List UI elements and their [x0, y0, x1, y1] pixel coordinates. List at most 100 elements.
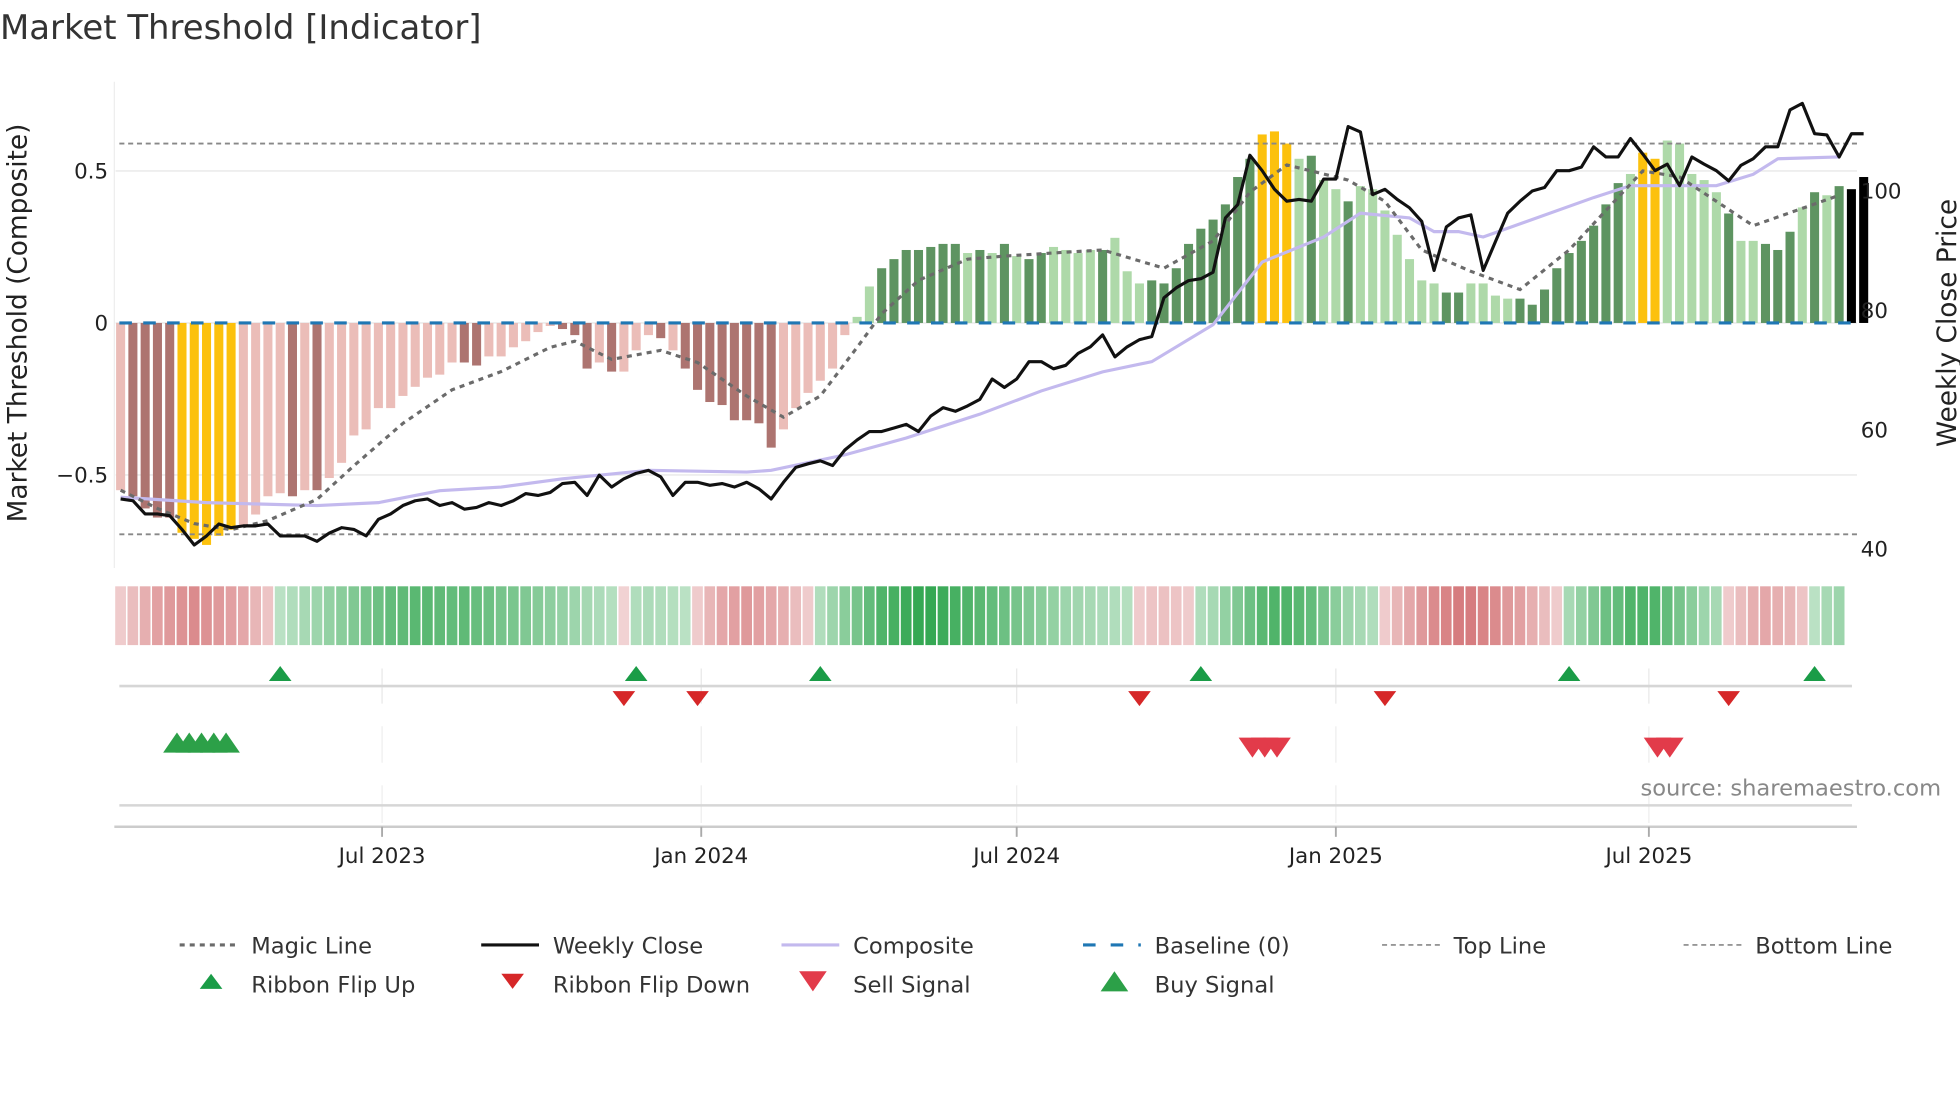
composite-bar — [1773, 249, 1783, 323]
y-tick-label-right: 100 — [1861, 180, 1902, 205]
ribbon-cell — [1353, 584, 1368, 647]
ribbon-cell — [666, 584, 680, 647]
composite-bar — [1319, 180, 1329, 323]
composite-bar — [1699, 180, 1709, 323]
composite-bar — [361, 322, 371, 430]
composite-bar — [742, 322, 752, 421]
ribbon-flip-up-marker — [624, 665, 648, 682]
legend-ribbon-flip-down-icon — [501, 973, 524, 989]
y-axis-label-right: Weekly Close Price — [1933, 199, 1960, 447]
ribbon-cell — [261, 584, 275, 647]
composite-bar — [398, 322, 408, 396]
y-tick-label-left: 0.5 — [74, 159, 108, 184]
composite-bar — [422, 322, 433, 378]
ribbon-cell — [1562, 584, 1576, 647]
composite-bar — [1061, 249, 1071, 323]
composite-bar — [1760, 243, 1771, 323]
ribbon-flip-up-marker — [268, 665, 292, 682]
ribbon-cell — [702, 584, 717, 647]
composite-bar — [140, 322, 150, 509]
composite-bar — [1810, 192, 1820, 323]
x-tick-label: Jul 2025 — [1603, 844, 1692, 869]
composite-bar — [1294, 158, 1304, 323]
ribbon-cell — [1316, 584, 1331, 647]
composite-bar — [828, 322, 838, 369]
ribbon-cell — [1648, 584, 1662, 647]
composite-bar — [1711, 192, 1721, 323]
ribbon-cell — [1500, 584, 1515, 647]
composite-bar — [324, 322, 334, 479]
ribbon-cell — [911, 584, 926, 647]
composite-bar — [1331, 189, 1341, 323]
y-tick-label-right: 40 — [1861, 538, 1888, 563]
ribbon-cell — [567, 584, 582, 647]
composite-bar — [815, 322, 825, 381]
ribbon-cell — [1034, 584, 1049, 647]
composite-bar — [1417, 280, 1427, 323]
legend-bottom-line-label: Bottom Line — [1755, 934, 1892, 960]
ribbon-flip-down-marker — [1717, 691, 1740, 707]
composite-bar — [1675, 143, 1685, 323]
legend-baseline-0-label: Baseline (0) — [1155, 934, 1290, 960]
ribbon-cell — [985, 584, 1000, 647]
ribbon-cell — [211, 584, 226, 647]
composite-bar — [128, 322, 138, 497]
ribbon-cell — [1132, 584, 1147, 647]
ribbon-cell — [334, 584, 349, 647]
ribbon-cell — [1157, 584, 1171, 647]
ribbon-cell — [1734, 584, 1748, 647]
ribbon-cell — [1463, 584, 1478, 647]
composite-bar — [1269, 131, 1280, 323]
ribbon-flip-down-marker — [686, 691, 709, 707]
ribbon-cell — [555, 584, 570, 647]
composite-bar — [1552, 268, 1562, 323]
ribbon-cell — [960, 584, 975, 647]
ribbon-cell — [1328, 584, 1343, 647]
ribbon-cell — [1819, 584, 1834, 647]
ribbon-cell — [175, 584, 189, 647]
composite-bar — [373, 322, 383, 409]
composite-bar — [766, 322, 776, 448]
ribbon-cell — [1218, 584, 1233, 647]
signal-panel: Jul 2023 Jan 2024 Jul 2024 Jan 2025 Jul 2025… — [114, 665, 1941, 869]
ribbon-cell — [850, 584, 864, 647]
composite-bar — [1134, 283, 1144, 323]
ribbon-cell — [1107, 584, 1122, 647]
composite-bar — [349, 322, 359, 436]
ribbon-flip-down-marker — [1128, 691, 1151, 707]
composite-bar — [459, 322, 469, 363]
legend-sell-signal-label: Sell Signal — [853, 973, 970, 999]
ribbon-cell — [543, 584, 558, 647]
ribbon-flip-up-marker — [1557, 665, 1581, 682]
ribbon-cell — [469, 584, 484, 647]
ribbon-cell — [1623, 584, 1638, 647]
ribbon-cell — [825, 584, 840, 647]
composite-bar — [877, 268, 887, 323]
composite-bar — [1122, 271, 1132, 323]
ribbon-cell — [1083, 584, 1098, 647]
legend-ribbon-flip-down-label: Ribbon Flip Down — [553, 973, 750, 999]
legend-magic-line-label: Magic Line — [251, 934, 372, 960]
legend-ribbon-flip-up-label: Ribbon Flip Up — [251, 973, 415, 999]
ribbon-cell — [788, 584, 803, 647]
composite-bar — [1245, 158, 1255, 323]
legend: Magic Line Weekly Close Composite Baseline … — [179, 934, 1892, 999]
composite-bar — [238, 322, 248, 527]
ribbon-cell — [236, 584, 251, 647]
ribbon-cell — [948, 584, 963, 647]
composite-bar — [643, 322, 653, 336]
composite-bar — [1355, 186, 1365, 323]
composite-bar — [1650, 158, 1660, 323]
composite-bar — [791, 322, 801, 409]
ribbon-cell — [1365, 584, 1380, 647]
ribbon-cell — [592, 584, 607, 647]
composite-bar — [202, 322, 212, 545]
composite-bar — [1736, 240, 1746, 323]
composite-bar — [189, 322, 199, 539]
ribbon-cell — [1549, 584, 1564, 647]
ribbon-cell — [1230, 584, 1245, 647]
ribbon-cell — [322, 584, 337, 647]
ribbon-cell — [1120, 584, 1135, 647]
ribbon-cell — [862, 584, 877, 647]
composite-bar — [1110, 237, 1120, 323]
